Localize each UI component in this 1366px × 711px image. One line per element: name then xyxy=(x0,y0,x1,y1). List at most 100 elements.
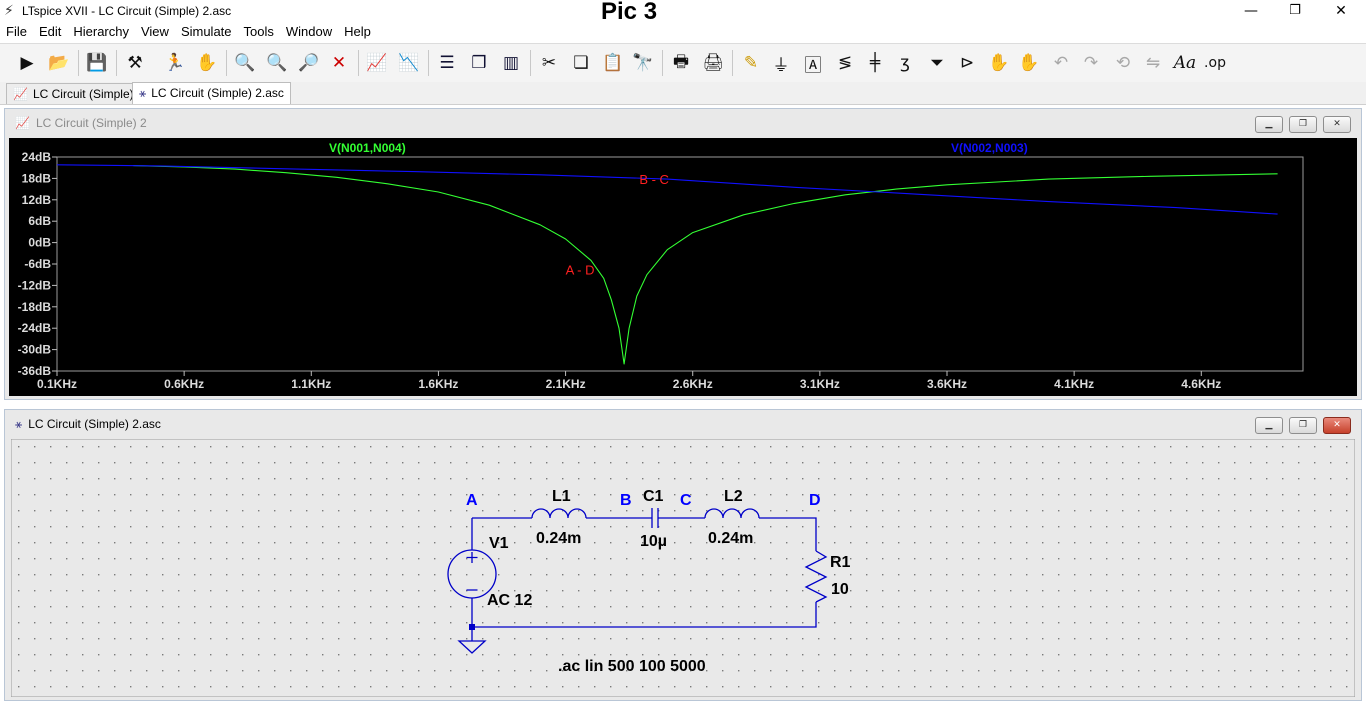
menu-edit[interactable]: Edit xyxy=(33,22,67,39)
schematic-close-button[interactable]: ✕ xyxy=(1323,417,1351,434)
cut-icon[interactable]: ✂ xyxy=(536,50,562,76)
find-icon[interactable]: 🔭 xyxy=(630,50,656,76)
menu-file[interactable]: File xyxy=(0,22,33,39)
node-label-c: C xyxy=(680,492,692,509)
zoom-cancel-icon[interactable]: ✕ xyxy=(326,50,352,76)
x-tick-label: 4.1KHz xyxy=(1054,377,1094,391)
series-legend-1[interactable]: V(N001,N004) xyxy=(329,141,406,155)
spice-directive-icon[interactable]: .op xyxy=(1202,50,1228,76)
menu-view[interactable]: View xyxy=(135,22,175,39)
ground-junction xyxy=(469,624,475,630)
x-tick-label: 4.6KHz xyxy=(1181,377,1221,391)
component-icon[interactable]: ⊳ xyxy=(954,50,980,76)
waveform-icon: 📈 xyxy=(13,87,28,101)
y-tick-label: 18dB xyxy=(22,171,52,185)
menu-help[interactable]: Help xyxy=(338,22,377,39)
toolbar-separator xyxy=(116,50,117,76)
resistor-icon[interactable]: ≶ xyxy=(832,50,858,76)
print-icon[interactable]: 🖶 xyxy=(668,50,694,76)
toolbar-separator xyxy=(662,50,663,76)
x-tick-label: 2.6KHz xyxy=(673,377,713,391)
plot-annotation-2: A - D xyxy=(566,263,595,278)
schematic-canvas[interactable]: A B C D L1 0.24m C1 10µ L2 0.24m R1 10 V… xyxy=(11,439,1355,697)
menu-tools[interactable]: Tools xyxy=(238,22,280,39)
x-tick-label: 1.6KHz xyxy=(418,377,458,391)
undo-icon[interactable]: ↶ xyxy=(1048,50,1074,76)
plot-settings-icon[interactable]: 📉 xyxy=(396,50,422,76)
v1-value-label: AC 12 xyxy=(487,592,532,609)
waveform-icon: 📈 xyxy=(15,116,30,130)
control-panel-icon[interactable]: ⚒ xyxy=(122,50,148,76)
halt-icon[interactable]: 🏃 xyxy=(162,50,188,76)
schematic-icon: ⚹ xyxy=(15,417,23,431)
x-tick-label: 3.1KHz xyxy=(800,377,840,391)
zoom-out-gray-icon[interactable]: 🔍 xyxy=(264,50,290,76)
waveform-close-button[interactable]: ✕ xyxy=(1323,116,1351,133)
menu-hierarchy[interactable]: Hierarchy xyxy=(67,22,135,39)
menu-window[interactable]: Window xyxy=(280,22,338,39)
menu-simulate[interactable]: Simulate xyxy=(175,22,238,39)
tab-waveform[interactable]: 📈 LC Circuit (Simple) 2 xyxy=(6,83,151,104)
schematic-maximize-button[interactable]: ❐ xyxy=(1289,417,1317,434)
tile-horizontal-icon[interactable]: ☰ xyxy=(434,50,460,76)
autorange-icon[interactable]: 📈 xyxy=(364,50,390,76)
waveform-window-title: LC Circuit (Simple) 2 xyxy=(35,116,147,130)
toolbar: ▶ 📂 💾 ⚒ 🏃 ✋ 🔍 🔍 🔎 ✕ 📈 📉 ☰ ❒ ▥ ✂ ❏ 📋 🔭 🖶 … xyxy=(0,43,1366,83)
y-tick-label: -18dB xyxy=(18,300,52,314)
label-net-icon[interactable]: 🄰 xyxy=(800,50,826,76)
zoom-out-icon[interactable]: 🔎 xyxy=(296,50,322,76)
y-tick-label: 12dB xyxy=(22,193,52,207)
save-icon[interactable]: 💾 xyxy=(84,50,110,76)
y-tick-label: -30dB xyxy=(18,343,52,357)
ground-icon[interactable]: ⏚ xyxy=(768,50,794,76)
schematic-window: ⚹ LC Circuit (Simple) 2.asc ▁ ❐ ✕ A B C … xyxy=(4,409,1362,701)
menu-bar: File Edit Hierarchy View Simulate Tools Window… xyxy=(0,22,1366,42)
r1-value-label: 10 xyxy=(831,581,849,598)
minimize-button[interactable]: — xyxy=(1228,0,1274,22)
toolbar-separator xyxy=(78,50,79,76)
rotate-icon[interactable]: ⟲ xyxy=(1110,50,1136,76)
wire-icon[interactable]: ✎ xyxy=(738,50,764,76)
restore-button[interactable]: ❐ xyxy=(1272,0,1318,22)
copy-icon[interactable]: ❏ xyxy=(568,50,594,76)
y-tick-label: -6dB xyxy=(24,257,51,271)
pan-hand-icon[interactable]: ✋ xyxy=(194,50,220,76)
y-tick-label: -12dB xyxy=(18,278,52,292)
waveform-maximize-button[interactable]: ❐ xyxy=(1289,116,1317,133)
l1-value-label: 0.24m xyxy=(536,530,581,547)
run-icon[interactable]: ▶ xyxy=(14,50,40,76)
zoom-in-icon[interactable]: 🔍 xyxy=(232,50,258,76)
x-tick-label: 1.1KHz xyxy=(291,377,331,391)
diode-icon[interactable]: ⏷ xyxy=(924,50,950,76)
close-button[interactable]: ✕ xyxy=(1318,0,1364,22)
tile-vertical-icon[interactable]: ▥ xyxy=(498,50,524,76)
paste-icon[interactable]: 📋 xyxy=(600,50,626,76)
redo-icon[interactable]: ↷ xyxy=(1078,50,1104,76)
spice-directive-text[interactable]: .ac lin 500 100 5000 xyxy=(558,658,706,675)
node-label-d: D xyxy=(809,492,821,509)
window-title: LTspice XVII - LC Circuit (Simple) 2.asc xyxy=(22,4,232,18)
schematic-window-titlebar: ⚹ LC Circuit (Simple) 2.asc xyxy=(5,410,1361,438)
series-legend-2[interactable]: V(N002,N003) xyxy=(951,141,1028,155)
open-icon[interactable]: 📂 xyxy=(46,50,72,76)
waveform-window: 📈 LC Circuit (Simple) 2 ▁ ❐ ✕ 24dB 18dB 12d… xyxy=(4,108,1362,400)
cascade-icon[interactable]: ❒ xyxy=(466,50,492,76)
x-tick-label: 2.1KHz xyxy=(546,377,586,391)
drag-icon[interactable]: ✋ xyxy=(1016,50,1042,76)
r1-name-label: R1 xyxy=(830,554,851,571)
text-icon[interactable]: Aa xyxy=(1172,50,1198,76)
schematic-icon: ⚹ xyxy=(139,86,147,100)
capacitor-icon[interactable]: ╪ xyxy=(862,50,888,76)
waveform-minimize-button[interactable]: ▁ xyxy=(1255,116,1283,133)
mirror-icon[interactable]: ⇋ xyxy=(1140,50,1166,76)
y-tick-label: 6dB xyxy=(28,214,51,228)
tab-schematic[interactable]: ⚹ LC Circuit (Simple) 2.asc xyxy=(132,82,291,104)
waveform-plot[interactable]: 24dB 18dB 12dB 6dB 0dB -6dB -12dB -18dB -24dB -30… xyxy=(9,138,1357,396)
inductor-icon[interactable]: ʒ xyxy=(892,50,918,76)
toolbar-separator xyxy=(226,50,227,76)
print-setup-icon[interactable]: 🖨 xyxy=(700,50,726,76)
schematic-minimize-button[interactable]: ▁ xyxy=(1255,417,1283,434)
l2-value-label: 0.24m xyxy=(708,530,753,547)
move-icon[interactable]: ✋ xyxy=(986,50,1012,76)
toolbar-separator xyxy=(428,50,429,76)
